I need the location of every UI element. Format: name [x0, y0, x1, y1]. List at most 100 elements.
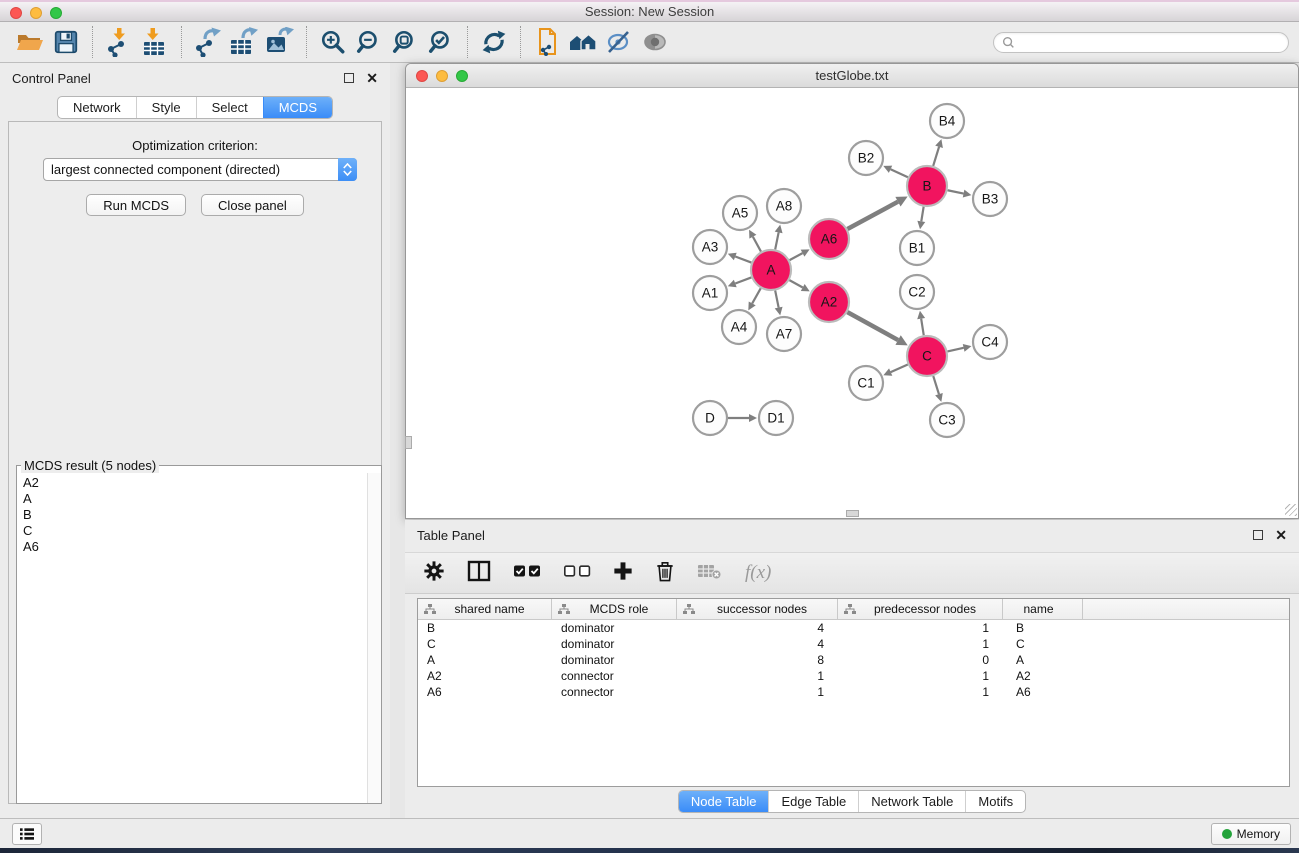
search-input[interactable] — [1015, 34, 1288, 51]
column-header-MCDS-role[interactable]: MCDS role — [552, 599, 677, 619]
network-edge-A-A2[interactable] — [789, 280, 809, 291]
network-node-B3[interactable]: B3 — [973, 182, 1007, 216]
network-edge-A6-B[interactable] — [847, 196, 907, 229]
result-list-scrollbar[interactable] — [367, 473, 381, 803]
network-node-A4[interactable]: A4 — [722, 310, 756, 344]
network-edge-B-B1[interactable] — [917, 207, 925, 230]
column-header-successor-nodes[interactable]: successor nodes — [677, 599, 838, 619]
refresh-layout-icon[interactable] — [476, 25, 512, 59]
network-horizontal-scrollbar[interactable] — [846, 510, 859, 517]
network-node-A[interactable]: A — [751, 250, 791, 290]
table-settings-gear-icon[interactable] — [423, 560, 445, 587]
network-edge-A-A7[interactable] — [775, 291, 783, 316]
network-edge-A-A8[interactable] — [775, 225, 783, 250]
network-window-titlebar[interactable]: testGlobe.txt — [406, 64, 1298, 88]
network-node-C3[interactable]: C3 — [930, 403, 964, 437]
criterion-select[interactable]: largest connected component (directed) — [43, 158, 357, 181]
zoom-selected-icon[interactable] — [423, 25, 459, 59]
hide-graphics-details-icon[interactable] — [601, 25, 637, 59]
task-history-button[interactable] — [12, 823, 42, 845]
network-edge-A-A5[interactable] — [749, 230, 761, 252]
open-folder-icon[interactable] — [12, 25, 48, 59]
delete-trash-icon[interactable] — [655, 560, 675, 587]
network-edge-C-C3[interactable] — [933, 376, 943, 402]
network-node-C1[interactable]: C1 — [849, 366, 883, 400]
table-row[interactable]: Bdominator41B — [418, 620, 1289, 636]
tab-network-table[interactable]: Network Table — [858, 791, 965, 812]
import-table-icon[interactable] — [137, 25, 173, 59]
tab-style[interactable]: Style — [136, 97, 196, 118]
network-node-A7[interactable]: A7 — [767, 317, 801, 351]
search-field[interactable] — [993, 32, 1289, 53]
network-node-C[interactable]: C — [907, 336, 947, 376]
result-item[interactable]: A — [18, 491, 366, 507]
tab-mcds[interactable]: MCDS — [263, 97, 332, 118]
network-node-A2[interactable]: A2 — [809, 282, 849, 322]
network-node-A1[interactable]: A1 — [693, 276, 727, 310]
zoom-fit-icon[interactable] — [387, 25, 423, 59]
save-icon[interactable] — [48, 25, 84, 59]
network-edge-A-A3[interactable] — [728, 253, 752, 263]
network-edge-B-B4[interactable] — [933, 139, 943, 166]
table-row[interactable]: Adominator80A — [418, 652, 1289, 668]
float-table-panel-icon[interactable] — [1253, 530, 1263, 540]
network-node-C2[interactable]: C2 — [900, 275, 934, 309]
result-item[interactable]: B — [18, 507, 366, 523]
tab-motifs[interactable]: Motifs — [965, 791, 1025, 812]
column-header-name[interactable]: name — [1003, 599, 1083, 619]
result-item[interactable]: A6 — [18, 539, 366, 555]
network-vertical-scrollbar[interactable] — [405, 436, 412, 449]
network-edge-A-A4[interactable] — [748, 288, 760, 310]
add-icon[interactable] — [613, 561, 633, 586]
network-node-C4[interactable]: C4 — [973, 325, 1007, 359]
network-edge-C-C2[interactable] — [917, 311, 925, 335]
export-table-icon[interactable] — [226, 25, 262, 59]
zoom-in-icon[interactable] — [315, 25, 351, 59]
node-table[interactable]: shared nameMCDS rolesuccessor nodesprede… — [417, 598, 1290, 787]
network-node-B1[interactable]: B1 — [900, 231, 934, 265]
memory-button[interactable]: Memory — [1211, 823, 1291, 845]
network-document-icon[interactable] — [529, 25, 565, 59]
close-table-panel-icon[interactable]: ✕ — [1275, 530, 1287, 540]
result-item[interactable]: C — [18, 523, 366, 539]
close-panel-button[interactable]: Close panel — [201, 194, 304, 216]
close-panel-icon[interactable]: ✕ — [366, 73, 378, 83]
table-row[interactable]: Cdominator41C — [418, 636, 1289, 652]
network-edge-A-A1[interactable] — [728, 277, 752, 287]
network-edge-A2-C[interactable] — [847, 312, 907, 345]
network-node-D1[interactable]: D1 — [759, 401, 793, 435]
network-canvas[interactable]: B4B2BB3A8A5A6A3B1AA1C2A2A4A7C4CC1C3DD1 — [406, 88, 1298, 517]
export-network-icon[interactable] — [190, 25, 226, 59]
column-header-predecessor-nodes[interactable]: predecessor nodes — [838, 599, 1003, 619]
window-resize-grip[interactable] — [1285, 504, 1297, 516]
network-maximize-button[interactable] — [456, 70, 468, 82]
tab-network[interactable]: Network — [58, 97, 136, 118]
show-column-icon[interactable] — [467, 560, 491, 587]
network-edge-B-B3[interactable] — [948, 190, 972, 198]
import-network-icon[interactable] — [101, 25, 137, 59]
home-icon[interactable] — [565, 25, 601, 59]
run-mcds-button[interactable]: Run MCDS — [86, 194, 186, 216]
tab-select[interactable]: Select — [196, 97, 263, 118]
maximize-window-button[interactable] — [50, 7, 62, 19]
zoom-out-icon[interactable] — [351, 25, 387, 59]
result-item[interactable]: A2 — [18, 475, 366, 491]
network-edge-C-C1[interactable] — [883, 364, 907, 375]
tab-node-table[interactable]: Node Table — [679, 791, 769, 812]
minimize-window-button[interactable] — [30, 7, 42, 19]
network-edge-A-A6[interactable] — [790, 249, 810, 260]
deselect-all-icon[interactable] — [563, 563, 591, 584]
network-node-A8[interactable]: A8 — [767, 189, 801, 223]
network-minimize-button[interactable] — [436, 70, 448, 82]
column-header-shared-name[interactable]: shared name — [418, 599, 552, 619]
network-node-B4[interactable]: B4 — [930, 104, 964, 138]
network-node-D[interactable]: D — [693, 401, 727, 435]
tab-edge-table[interactable]: Edge Table — [768, 791, 858, 812]
network-node-A5[interactable]: A5 — [723, 196, 757, 230]
network-close-button[interactable] — [416, 70, 428, 82]
network-node-A3[interactable]: A3 — [693, 230, 727, 264]
table-row[interactable]: A6connector11A6 — [418, 684, 1289, 700]
network-node-B2[interactable]: B2 — [849, 141, 883, 175]
network-node-B[interactable]: B — [907, 166, 947, 206]
select-all-icon[interactable] — [513, 563, 541, 584]
